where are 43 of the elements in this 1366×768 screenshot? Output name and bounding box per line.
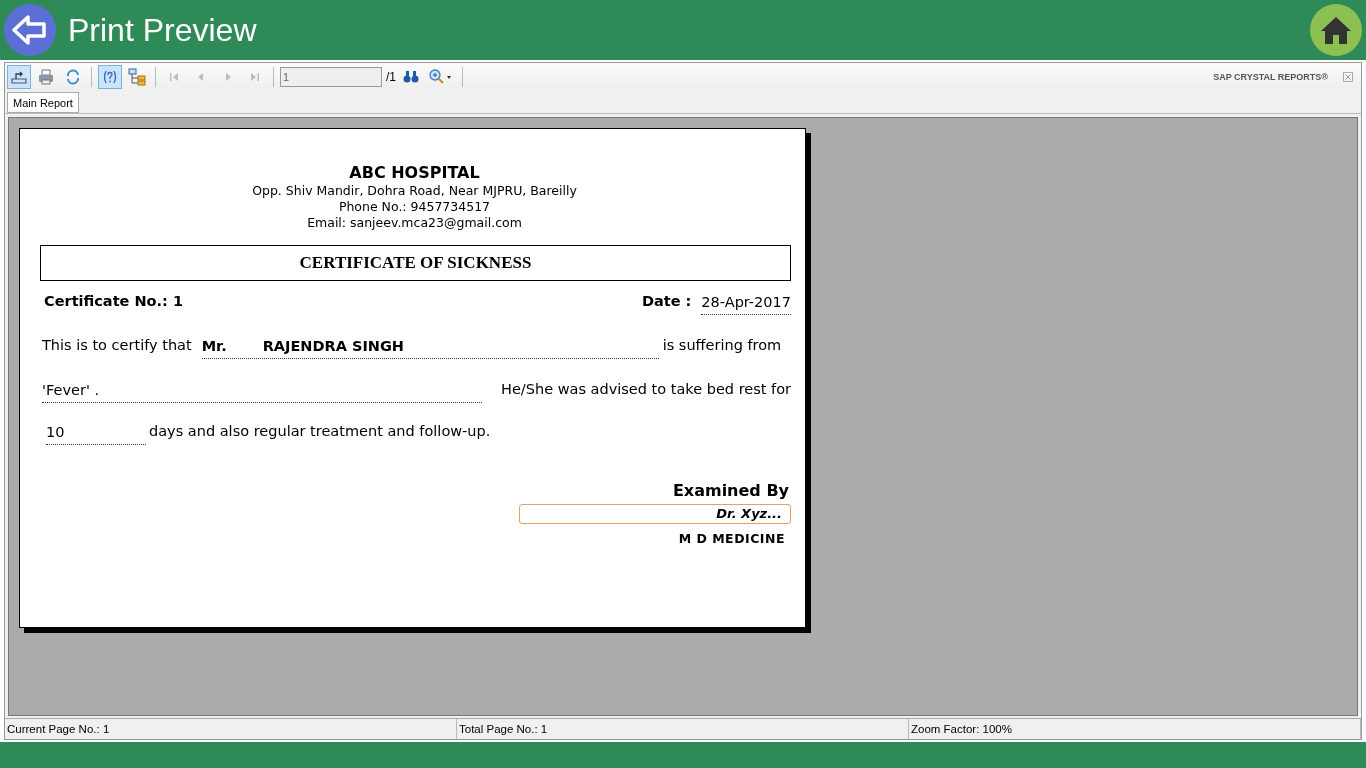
first-page-icon [169, 72, 179, 82]
close-icon[interactable] [1343, 72, 1353, 82]
printer-icon [37, 69, 55, 85]
status-text: Total Page No.: 1 [457, 719, 909, 739]
report-tab[interactable]: Main Report [7, 92, 79, 113]
back-icon[interactable] [4, 4, 56, 56]
next-icon [223, 72, 233, 82]
status-text: Current Page No.: 1 [5, 719, 457, 739]
help-button[interactable] [98, 65, 122, 89]
export-button[interactable] [7, 65, 31, 89]
page-total: /1 [386, 70, 396, 84]
group-tree-button[interactable] [125, 65, 149, 89]
days-value: 10 [46, 424, 146, 445]
last-page-icon [250, 72, 260, 82]
address-line: Opp. Shiv Mandir, Dohra Road, Near MJPRU, Bareilly [251, 183, 578, 199]
home-icon[interactable] [1310, 4, 1362, 56]
zoom-icon [429, 69, 453, 85]
previous-icon [196, 72, 206, 82]
status-text: Zoom Factor: 100% [909, 719, 1361, 739]
brand-label: SAP CRYSTAL REPORTS® [1213, 72, 1328, 82]
doctor-name: Dr. Xyz... [519, 504, 791, 524]
certificate-title: CERTIFICATE OF SICKNESS [40, 245, 791, 281]
export-icon [10, 69, 28, 85]
illness-value: 'Fever' . [42, 382, 482, 403]
certificate-number: Certificate No.: 1 [44, 293, 183, 311]
refresh-icon [65, 69, 81, 85]
page-number-field[interactable]: 1 [280, 67, 382, 87]
address-line: Phone No.: 9457734517 [337, 199, 492, 215]
body-text: days and also regular treatment and follow-up. [149, 423, 491, 441]
tree-icon [128, 68, 146, 86]
page-title: Print Preview [68, 11, 257, 49]
body-text: He/She was advised to take bed rest for [501, 381, 791, 399]
help-icon [101, 69, 119, 85]
hospital-name: ABC HOSPITAL [348, 163, 481, 183]
patient-name: Mr. RAJENDRA SINGH [201, 338, 659, 359]
body-text: This is to certify that [42, 337, 192, 355]
examined-by-label: Examined By [671, 481, 790, 500]
address-line: Email: sanjeev.mca23@gmail.com [306, 215, 523, 231]
body-text: is suffering from [662, 337, 782, 355]
date-label: Date : [641, 293, 692, 311]
doctor-qualification: M D MEDICINE [677, 531, 786, 546]
date-value: 28-Apr-2017 [701, 294, 791, 315]
binoculars-icon [403, 70, 419, 84]
